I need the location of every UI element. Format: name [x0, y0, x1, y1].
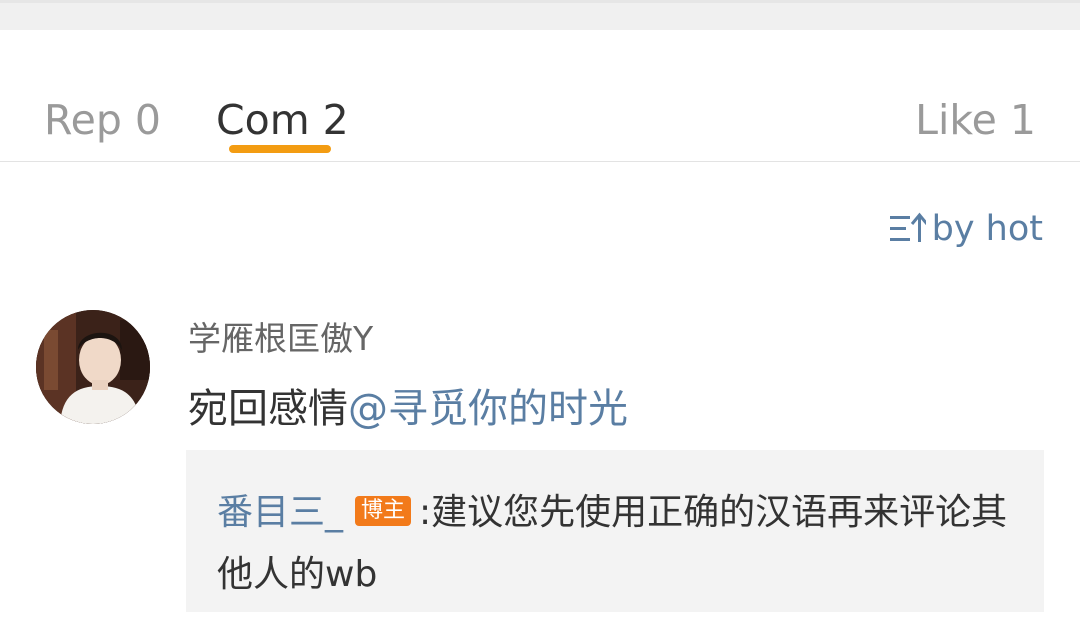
- reply-preview-box[interactable]: 番目三_ 博主:建议您先使用正确的汉语再来评论其他人的wb: [186, 450, 1044, 612]
- sort-icon: [889, 212, 926, 242]
- status-bar-strip: [0, 0, 1080, 30]
- reply-separator: :: [419, 492, 432, 533]
- tab-likes[interactable]: Like 1: [915, 100, 1036, 141]
- avatar[interactable]: [36, 310, 150, 424]
- comment-text: 宛回感情@寻觅你的时光: [188, 376, 628, 434]
- avatar-photo-icon: [36, 310, 150, 424]
- tab-reposts[interactable]: Rep 0: [44, 100, 161, 141]
- comment-mention-link[interactable]: @寻觅你的时光: [348, 386, 628, 432]
- sort-by-hot-button[interactable]: by hot: [889, 209, 1043, 249]
- blogger-badge: 博主: [355, 496, 412, 526]
- reply-author[interactable]: 番目三_: [217, 492, 343, 533]
- tab-bar: Rep 0 Com 2 Like 1: [0, 30, 1080, 162]
- sort-label: by hot: [931, 209, 1043, 249]
- active-tab-indicator: [229, 145, 331, 153]
- tab-comments[interactable]: Com 2: [216, 100, 349, 141]
- comment-username[interactable]: 学雁根匡傲Y: [188, 312, 373, 360]
- comment-text-plain: 宛回感情: [188, 386, 348, 432]
